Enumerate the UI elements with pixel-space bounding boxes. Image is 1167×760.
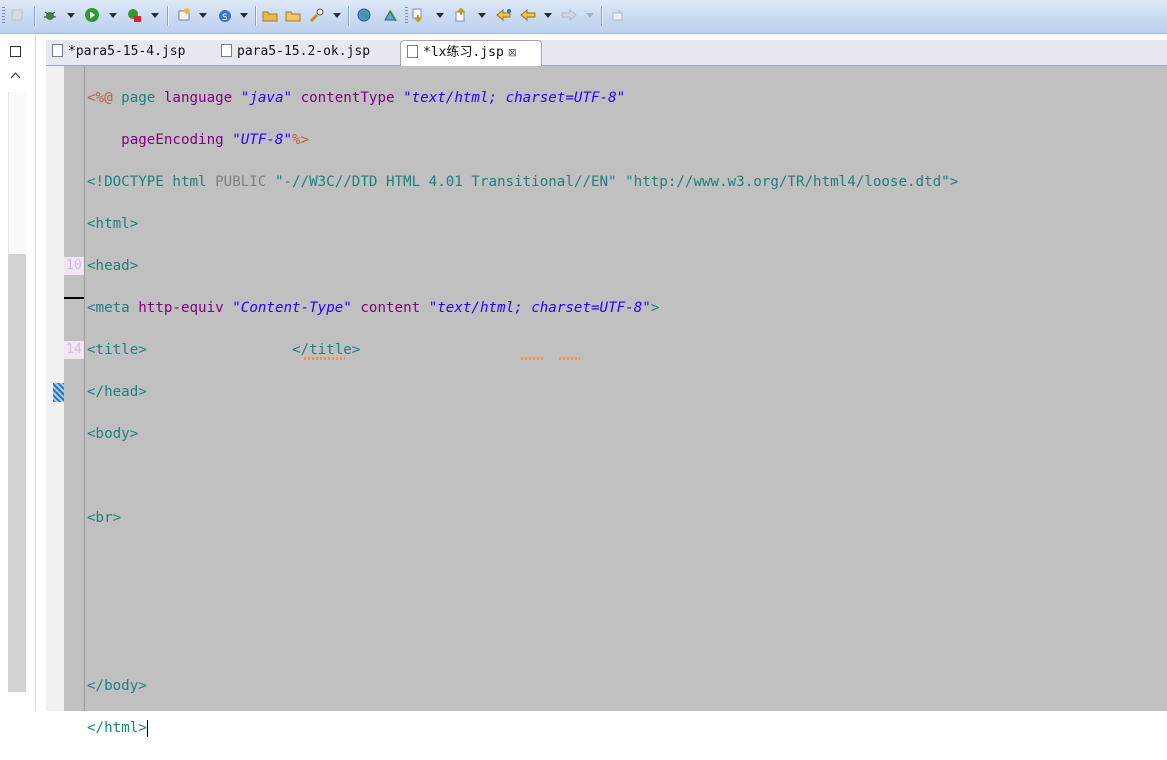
pin-editor-icon[interactable]: [610, 7, 626, 23]
open-resource-icon[interactable]: [285, 7, 301, 23]
run-icon[interactable]: [84, 7, 100, 23]
toolbar-separator: [255, 6, 257, 26]
tab-lx-practice[interactable]: *lx练习.jsp ⊠: [400, 40, 542, 66]
tab-label: *lx练习.jsp: [423, 45, 504, 60]
change-marker: [64, 297, 84, 299]
code-line-15: </body>: [87, 678, 147, 694]
last-edit-icon[interactable]: [496, 7, 512, 23]
code-line-9: <body>: [87, 426, 139, 442]
code-line-6: <meta http-equiv "Content-Type" content …: [87, 300, 660, 316]
close-icon[interactable]: ⊠: [508, 46, 517, 59]
line-number-14: 14: [64, 341, 84, 359]
line-number-gutter: [64, 66, 85, 711]
external-tools-dropdown[interactable]: [151, 13, 159, 18]
text-caret: [146, 719, 148, 737]
svg-text:S: S: [222, 13, 228, 23]
toolbar-separator: [34, 6, 36, 26]
editor-tab-bar: *para5-15-4.jsp para5-15.2-ok.jsp *lx练习.…: [46, 40, 1167, 66]
save-disabled-icon[interactable]: [10, 7, 26, 23]
jsp-file-icon: [407, 45, 418, 58]
debug-icon[interactable]: [42, 7, 58, 23]
main-toolbar: S: [0, 0, 1167, 34]
trim-scrollbar-thumb[interactable]: [8, 254, 26, 692]
toolbar-separator: [167, 6, 169, 26]
code-line-3: <!DOCTYPE html PUBLIC "-//W3C//DTD HTML …: [87, 174, 959, 190]
toolbar-grip[interactable]: [405, 7, 408, 25]
open-type-icon[interactable]: [262, 7, 278, 23]
search-icon[interactable]: [309, 7, 325, 23]
previous-annotation-icon[interactable]: [453, 7, 469, 23]
code-line-5: <head>: [87, 258, 139, 274]
code-line-1: <%@ page language "java" contentType "te…: [87, 90, 626, 106]
code-line-4: <html>: [87, 216, 139, 232]
new-server-dropdown[interactable]: [199, 13, 207, 18]
toolbar-separator: [348, 6, 350, 26]
code-line-11: <br>: [87, 510, 122, 526]
jsp-file-icon: [221, 44, 232, 57]
tab-para5-15-2-ok[interactable]: para5-15.2-ok.jsp: [221, 40, 396, 64]
next-annotation-icon[interactable]: [410, 7, 426, 23]
restore-icon[interactable]: [10, 46, 21, 57]
tab-label: *para5-15-4.jsp: [68, 44, 186, 59]
jsp-file-icon: [52, 44, 63, 57]
new-server-icon[interactable]: [176, 7, 192, 23]
toolbar-separator: [601, 6, 603, 26]
globe-icon[interactable]: [356, 7, 372, 23]
mark-occurrences-icon[interactable]: [383, 7, 399, 23]
back-dropdown[interactable]: [544, 13, 552, 18]
forward-dropdown[interactable]: [586, 13, 594, 18]
tab-para5-15-4[interactable]: *para5-15-4.jsp: [52, 40, 206, 64]
code-line-16: </html>: [87, 719, 148, 737]
search-dropdown[interactable]: [333, 13, 341, 18]
source-code[interactable]: <%@ page language "java" contentType "te…: [87, 67, 958, 760]
previous-annotation-dropdown[interactable]: [478, 13, 486, 18]
tab-label: para5-15.2-ok.jsp: [237, 44, 371, 59]
code-line-2: pageEncoding "UTF-8"%>: [121, 132, 310, 148]
new-class-dropdown[interactable]: [240, 13, 248, 18]
quick-diff-marker[interactable]: [53, 383, 64, 402]
debug-dropdown[interactable]: [67, 13, 75, 18]
external-tools-icon[interactable]: [126, 7, 142, 23]
code-line-7: <title> </title>: [87, 342, 361, 358]
run-dropdown[interactable]: [109, 13, 117, 18]
back-icon[interactable]: [520, 7, 536, 23]
forward-icon[interactable]: [561, 7, 577, 23]
code-line-8: </head>: [87, 384, 147, 400]
new-class-icon[interactable]: S: [217, 7, 233, 23]
line-number-10: 10: [64, 257, 84, 275]
toolbar-grip[interactable]: [2, 7, 5, 25]
next-annotation-dropdown[interactable]: [436, 13, 444, 18]
